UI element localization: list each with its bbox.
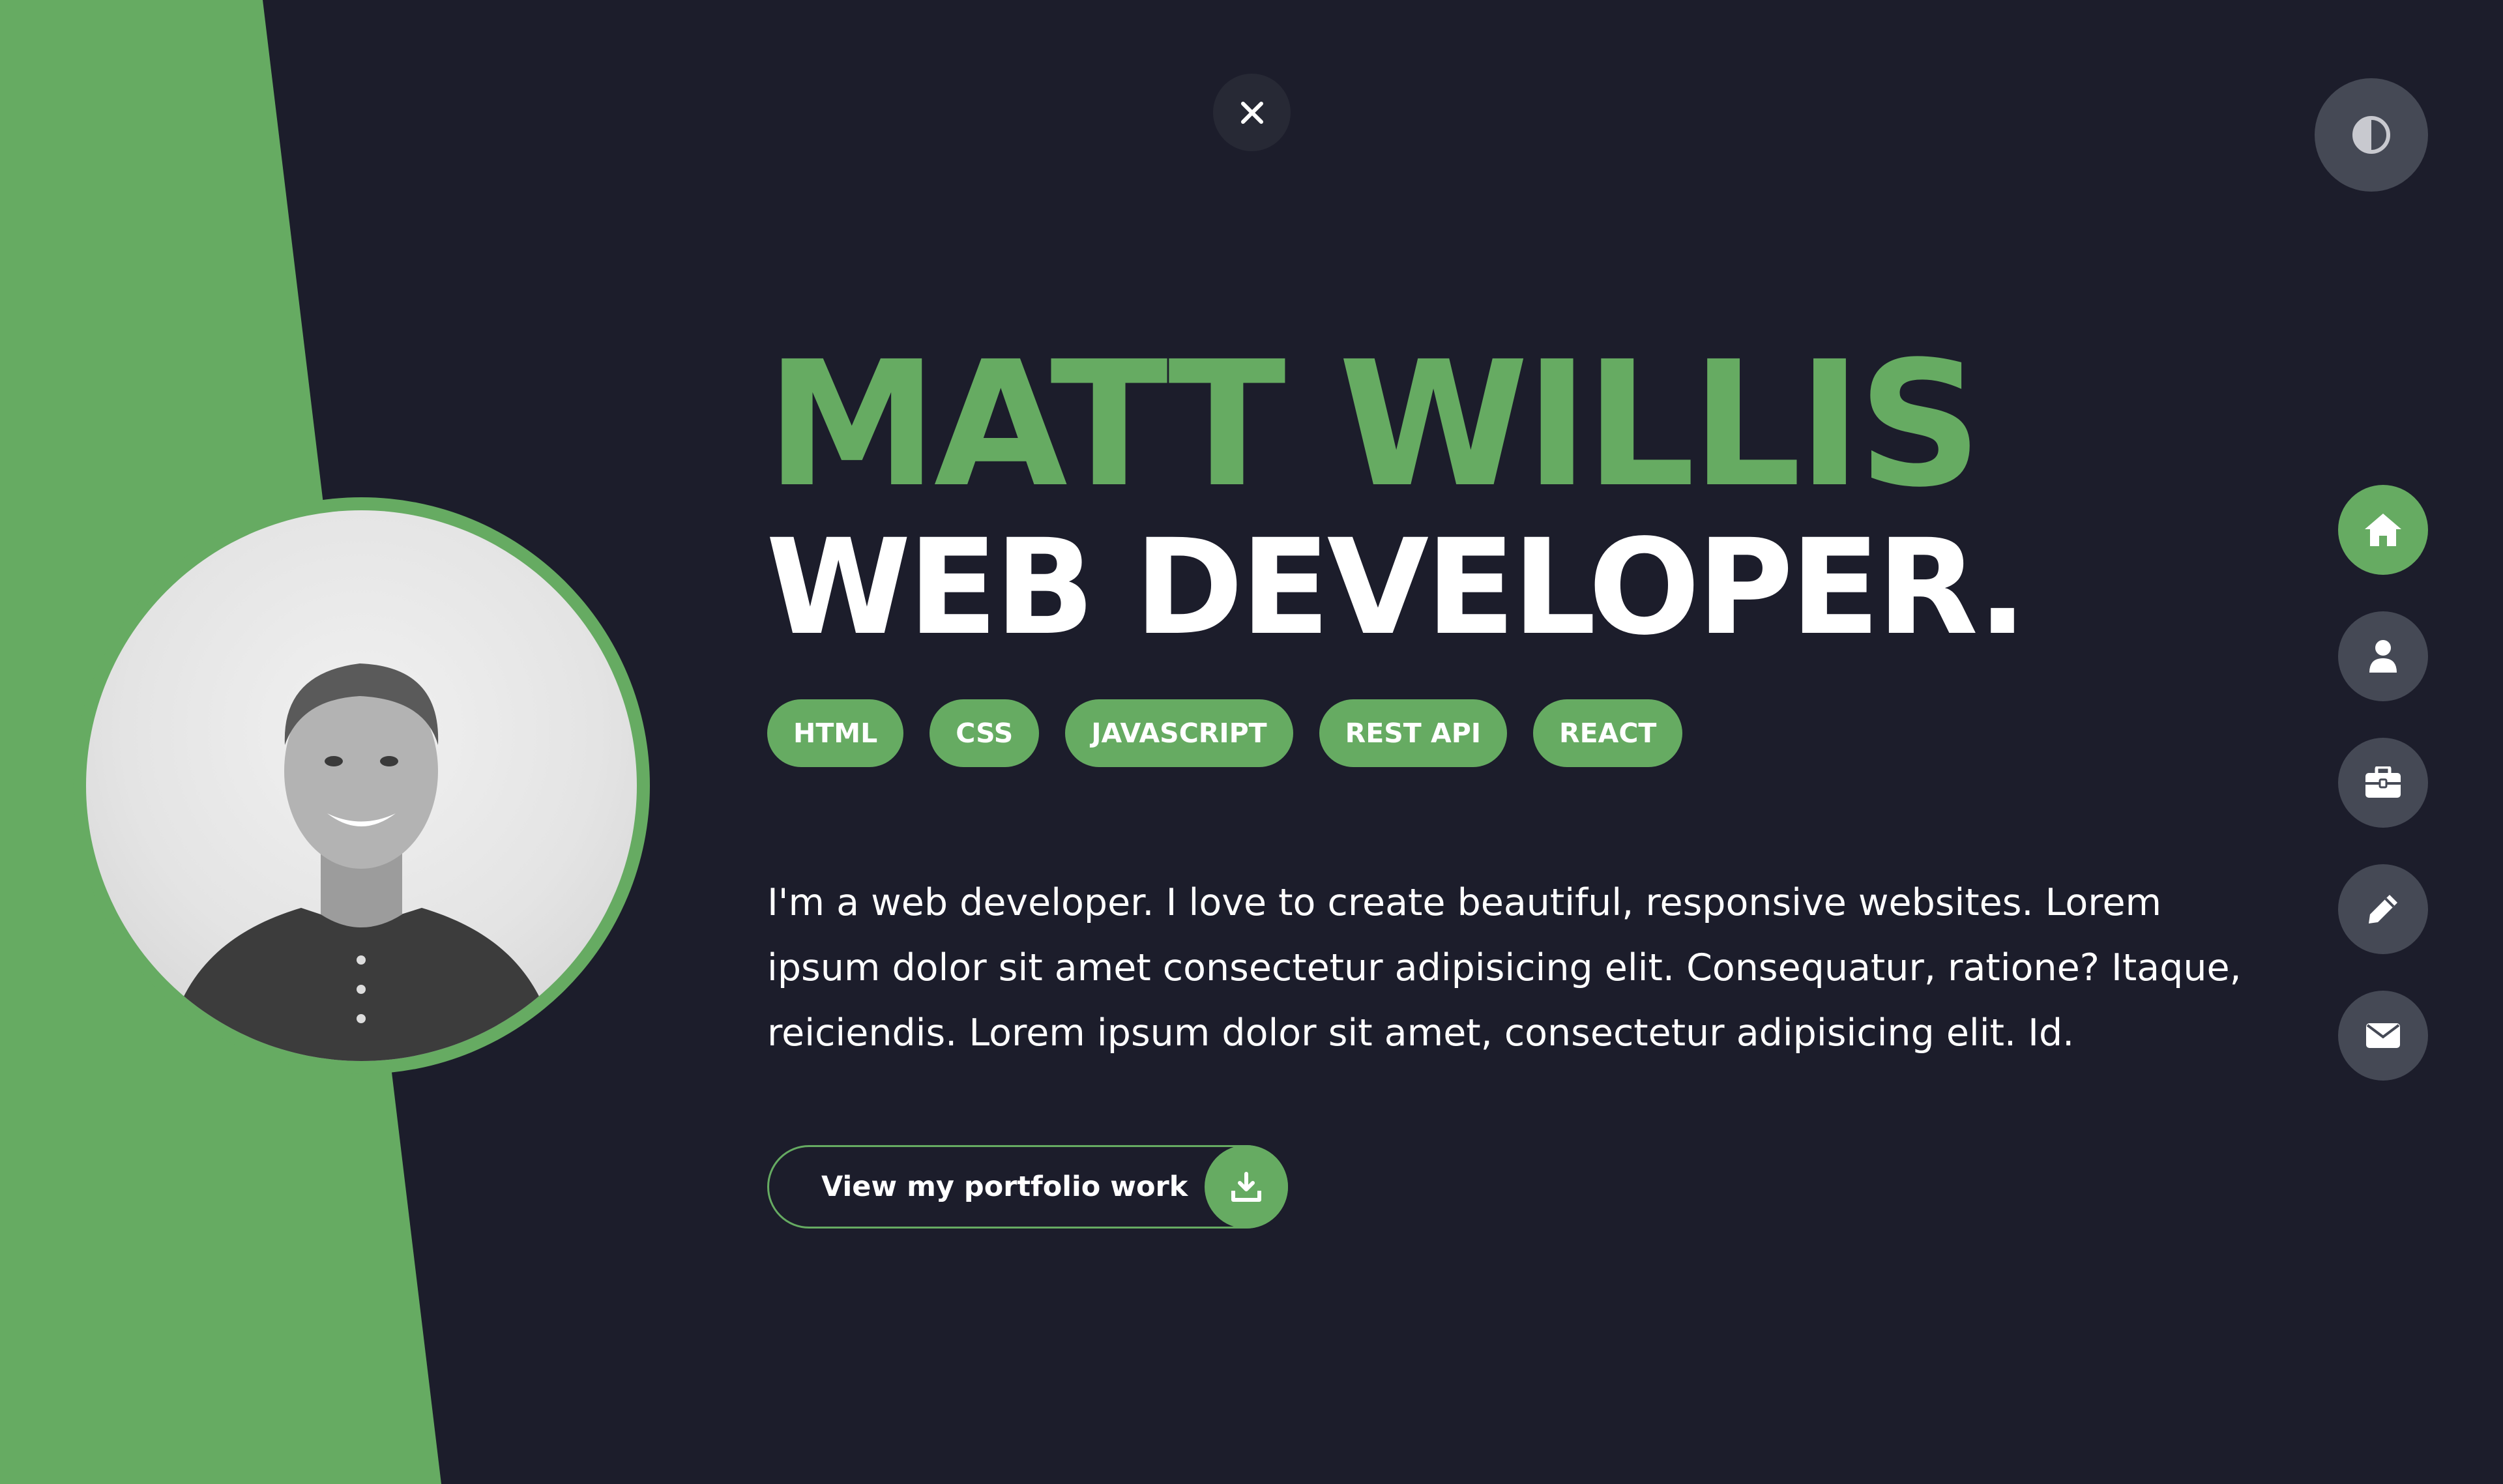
skill-tags: HTML CSS JAVASCRIPT REST API REACT: [767, 699, 1683, 767]
theme-toggle-button[interactable]: [2315, 78, 2428, 192]
hero-role: WEB DEVELOPER.: [766, 510, 2027, 664]
envelope-icon: [2366, 1023, 2400, 1048]
bio-paragraph: I'm a web developer. I love to create be…: [767, 881, 2242, 1055]
home-icon: [2365, 514, 2401, 546]
avatar-portrait: [164, 663, 559, 1061]
skill-tag-rest-api: REST API: [1319, 699, 1508, 767]
view-portfolio-button[interactable]: View my portfolio work: [767, 1145, 1288, 1229]
page: MATT WILLIS WEB DEVELOPER. HTML CSS JAVA…: [0, 0, 2503, 1484]
download-icon: [1205, 1145, 1288, 1229]
nav-blog-button[interactable]: [2338, 864, 2428, 954]
skill-tag-javascript: JAVASCRIPT: [1065, 699, 1293, 767]
briefcase-icon: [2365, 766, 2401, 798]
close-icon: [1240, 101, 1263, 124]
nav-contact-button[interactable]: [2338, 991, 2428, 1081]
nav-portfolio-button[interactable]: [2338, 738, 2428, 828]
nav-home-button[interactable]: [2338, 485, 2428, 575]
view-portfolio-label: View my portfolio work: [821, 1171, 1188, 1203]
avatar-frame: [73, 497, 650, 1074]
user-icon: [2369, 640, 2397, 673]
skill-tag-html: HTML: [767, 699, 904, 767]
side-navigation: [2338, 485, 2428, 1117]
contrast-icon: [2352, 116, 2390, 154]
hero-name: MATT WILLIS: [766, 325, 1982, 525]
skill-tag-react: REACT: [1533, 699, 1683, 767]
pencil-icon: [2369, 895, 2397, 924]
close-button[interactable]: [1213, 74, 1291, 151]
skill-tag-css: CSS: [929, 699, 1040, 767]
avatar: [86, 510, 637, 1061]
nav-about-button[interactable]: [2338, 611, 2428, 701]
